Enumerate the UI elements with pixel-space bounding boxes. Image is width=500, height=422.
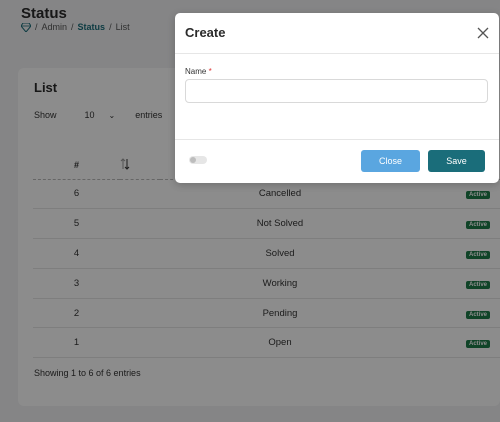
name-field-label: Name *	[185, 67, 212, 76]
toggle-knob	[190, 157, 196, 163]
name-input[interactable]	[185, 79, 488, 103]
modal-title: Create	[185, 25, 226, 40]
modal-divider	[175, 139, 499, 140]
create-modal: Create Name * Close Save	[175, 13, 499, 183]
modal-divider	[175, 53, 499, 54]
status-toggle[interactable]	[189, 156, 207, 164]
required-mark: *	[208, 67, 212, 76]
close-button[interactable]: Close	[361, 150, 420, 172]
save-button[interactable]: Save	[428, 150, 485, 172]
close-icon[interactable]	[477, 27, 489, 39]
